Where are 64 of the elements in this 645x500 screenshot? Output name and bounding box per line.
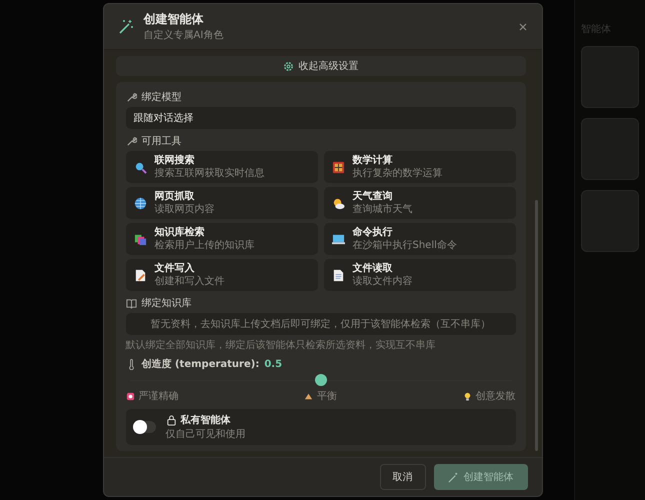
tool-card[interactable]: 数学计算 执行复杂的数学运算 (324, 151, 516, 183)
tool-description: 在沙箱中执行Shell命令 (352, 239, 457, 252)
dialog-title: 创建智能体 (144, 11, 204, 28)
tool-description: 执行复杂的数学运算 (352, 167, 442, 180)
private-title: 私有智能体 (180, 414, 230, 427)
toggle-switch[interactable] (134, 421, 156, 433)
knowledge-note: 默认绑定全部知识库，绑定后该智能体只检索所选资料，实现互不串库 (126, 338, 436, 352)
scrollbar[interactable] (534, 200, 538, 451)
tool-name: 联网搜索 (154, 154, 196, 167)
tool-card[interactable]: 命令执行 在沙箱中执行Shell命令 (324, 223, 516, 255)
gear-icon (282, 60, 294, 72)
temperature-label: 创造度 (temperature): (142, 357, 260, 371)
scale-label: 严谨精确 (138, 390, 178, 403)
section-label: 可用工具 (142, 135, 182, 148)
wrench-icon (126, 136, 136, 146)
tool-card[interactable]: 文件读取 读取文件内容 (324, 259, 516, 291)
tool-name: 文件写入 (154, 262, 196, 275)
lock-icon (166, 414, 176, 426)
tool-name: 知识库检索 (154, 226, 206, 239)
tool-name: 数学计算 (352, 154, 394, 167)
tool-description: 搜索互联网获取实时信息 (154, 167, 264, 180)
tool-description: 创建和写入文件 (154, 275, 224, 288)
scale-label: 创意发散 (476, 390, 516, 403)
document-icon (332, 268, 344, 282)
tool-card[interactable]: 天气查询 查询城市天气 (324, 187, 516, 219)
document-pencil-icon (134, 268, 146, 282)
agent-card[interactable] (581, 46, 639, 108)
knowledge-empty-message: 暂无资料，去知识库上传文档后即可绑定，仅用于该智能体检索（互不串库） (126, 313, 516, 335)
globe-icon (134, 196, 146, 210)
cancel-button[interactable]: 取消 (380, 464, 426, 490)
section-label: 绑定知识库 (142, 296, 192, 310)
books-icon (134, 232, 146, 246)
temperature-value: 0.5 (264, 358, 282, 370)
tool-card[interactable]: 知识库检索 检索用户上传的知识库 (126, 223, 318, 255)
slider-thumb[interactable] (314, 374, 326, 386)
magic-wand-icon (448, 472, 458, 482)
tool-description: 读取文件内容 (352, 275, 412, 288)
wrench-icon (126, 92, 136, 102)
calculator-icon (332, 160, 344, 174)
scale-label: 平衡 (317, 390, 337, 403)
tool-name: 命令执行 (352, 226, 394, 239)
magnifier-icon (134, 160, 146, 174)
tool-description: 检索用户上传的知识库 (154, 239, 254, 252)
section-label: 绑定模型 (142, 90, 182, 104)
light-bulb-icon (462, 392, 472, 400)
tool-description: 读取网页内容 (154, 203, 214, 216)
agent-card[interactable] (581, 190, 639, 252)
tool-card[interactable]: 文件写入 创建和写入文件 (126, 259, 318, 291)
close-icon[interactable] (518, 22, 528, 32)
tool-description: 查询城市天气 (352, 203, 412, 216)
computer-icon (332, 232, 344, 246)
tool-name: 网页抓取 (154, 190, 196, 203)
agent-card[interactable] (581, 118, 639, 180)
tool-card[interactable]: 网页抓取 读取网页内容 (126, 187, 318, 219)
tool-name: 文件读取 (352, 262, 394, 275)
magic-wand-icon (118, 18, 134, 34)
book-icon (126, 298, 136, 308)
tool-name: 天气查询 (352, 190, 394, 203)
sun-cloud-icon (332, 196, 344, 210)
collapse-settings-button[interactable]: 收起高级设置 (116, 56, 526, 76)
private-description: 仅自己可见和使用 (166, 428, 246, 441)
dialog-subtitle: 自定义专属AI角色 (144, 28, 224, 42)
tool-card[interactable]: 联网搜索 搜索互联网获取实时信息 (126, 151, 318, 183)
model-select[interactable]: 跟随对话选择 (126, 107, 516, 129)
